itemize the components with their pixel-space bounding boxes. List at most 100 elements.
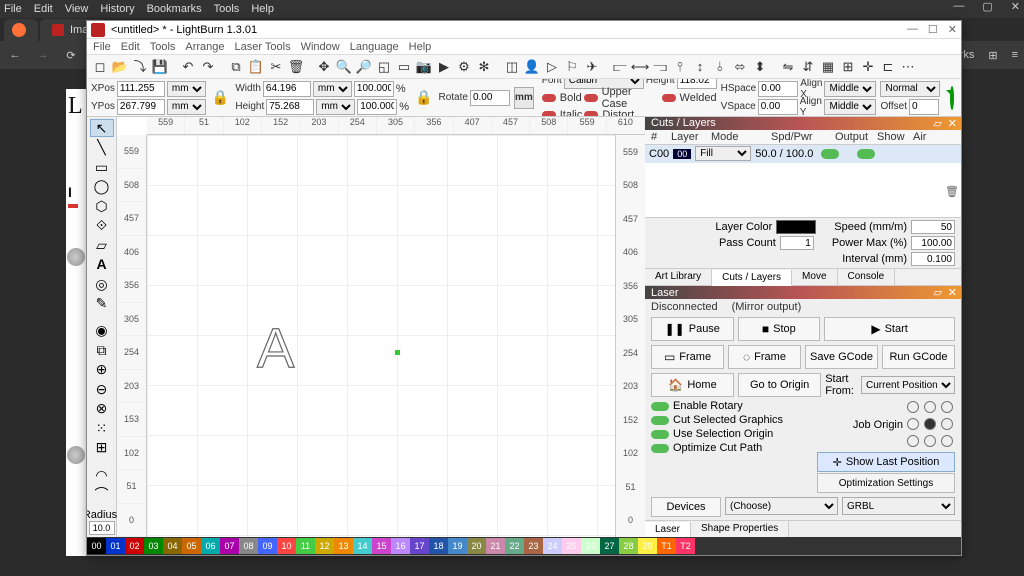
color-swatch[interactable]: 13 — [334, 538, 353, 554]
select-tool[interactable]: ↖ — [90, 119, 114, 137]
color-swatch[interactable]: 16 — [391, 538, 410, 554]
distribute-icon[interactable]: ⊞ — [839, 58, 857, 76]
color-swatch[interactable]: 19 — [448, 538, 467, 554]
offset-tool[interactable]: ◎ — [90, 275, 114, 292]
color-swatch[interactable]: 03 — [144, 538, 163, 554]
bool-diff-tool[interactable]: ⊖ — [90, 380, 114, 397]
color-swatch[interactable]: 27 — [600, 538, 619, 554]
color-swatch[interactable]: 05 — [182, 538, 201, 554]
menu-file[interactable]: File — [93, 41, 111, 53]
grid-array-tool[interactable]: ⊞ — [90, 439, 114, 456]
edit-nodes-tool[interactable]: ⟐ — [90, 216, 114, 233]
menu-language[interactable]: Language — [350, 41, 399, 53]
color-swatch[interactable]: 00 — [87, 538, 106, 554]
optimize-cut-toggle[interactable] — [651, 444, 669, 453]
array-tool[interactable]: ⁙ — [90, 419, 114, 436]
color-swatch[interactable]: 21 — [486, 538, 505, 554]
color-swatch[interactable]: T1 — [657, 538, 676, 554]
color-swatch[interactable]: 07 — [220, 538, 239, 554]
frame-button[interactable]: ▭Frame — [651, 345, 724, 369]
undo-icon[interactable]: ↶ — [179, 58, 197, 76]
flag-icon[interactable]: ⚐ — [563, 58, 581, 76]
draw-line-tool[interactable]: ╲ — [90, 139, 114, 156]
width-unit[interactable]: mm — [313, 81, 352, 97]
new-icon[interactable]: ◻ — [91, 58, 109, 76]
menu-help[interactable]: Help — [409, 41, 432, 53]
paste-icon[interactable]: 📋 — [247, 58, 265, 76]
distribute-v-icon[interactable]: ⬍ — [751, 58, 769, 76]
canvas-area[interactable]: 55951102152203254305356407457508559610 5… — [117, 117, 645, 537]
save-gcode-button[interactable]: Save GCode — [805, 345, 878, 369]
run-gcode-button[interactable]: Run GCode — [882, 345, 955, 369]
color-swatch[interactable]: 24 — [543, 538, 562, 554]
more-icon[interactable]: ⋯ — [899, 58, 917, 76]
color-swatch[interactable]: 18 — [429, 538, 448, 554]
zoom-out-icon[interactable]: 🔎 — [355, 58, 373, 76]
goto-origin-button[interactable]: Go to Origin — [738, 373, 821, 397]
color-swatch[interactable]: 17 — [410, 538, 429, 554]
interval-input[interactable] — [911, 252, 955, 266]
group-icon[interactable]: ◫ — [503, 58, 521, 76]
pan-icon[interactable]: ✥ — [315, 58, 333, 76]
height-unit[interactable]: mm — [316, 99, 355, 115]
output-toggle[interactable] — [821, 149, 839, 159]
bold-toggle[interactable]: Bold — [542, 92, 582, 104]
pause-button[interactable]: ❚❚Pause — [651, 317, 734, 341]
lock-icon[interactable]: 🔒 — [210, 89, 231, 106]
tab-art-library[interactable]: Art Library — [645, 269, 712, 285]
preview-icon[interactable]: ▶ — [435, 58, 453, 76]
color-swatch[interactable]: 01 — [106, 538, 125, 554]
canvas-grid[interactable]: A — [147, 135, 645, 537]
forward-icon[interactable]: → — [34, 49, 52, 61]
app-min-icon[interactable]: — — [907, 23, 918, 36]
pass-count-input[interactable] — [780, 236, 814, 250]
aligny-select[interactable]: Middle — [824, 99, 876, 115]
home-button[interactable]: 🏠Home — [651, 373, 734, 397]
align-bottom-icon[interactable]: ⫰ — [711, 58, 729, 76]
window-min-icon[interactable]: — — [953, 0, 964, 13]
laser-panel-title[interactable]: Laser ▱✕ — [645, 286, 961, 299]
align-middle-icon[interactable]: ↕ — [691, 58, 709, 76]
menu-laser-tools[interactable]: Laser Tools — [235, 41, 291, 53]
ellipse-tool[interactable]: ◯ — [90, 178, 114, 195]
ypos-unit[interactable]: mm — [167, 99, 206, 115]
measure-tool[interactable]: ✎ — [90, 294, 114, 311]
tab-shape-properties[interactable]: Shape Properties — [691, 521, 789, 537]
cut-selected-toggle[interactable] — [651, 416, 669, 425]
speed-input[interactable] — [911, 220, 955, 234]
layer-color-swatch[interactable] — [776, 220, 816, 234]
height-input[interactable] — [266, 99, 314, 115]
import-icon[interactable]: ⤵ — [131, 58, 149, 76]
color-swatch[interactable]: 02 — [125, 538, 144, 554]
undock-icon[interactable]: ▱ — [933, 117, 941, 130]
close-panel-icon[interactable]: ✕ — [948, 117, 957, 130]
xpos-input[interactable] — [117, 81, 165, 97]
align-center-icon[interactable]: ⟷ — [631, 58, 649, 76]
layer-row[interactable]: C00 00 Fill 50.0 / 100.0 — [645, 145, 961, 163]
window-max-icon[interactable]: ▢ — [982, 0, 992, 13]
weld-tool[interactable]: ⧉ — [90, 341, 114, 358]
close-panel-icon[interactable]: ✕ — [948, 286, 957, 299]
color-swatch[interactable]: 11 — [296, 538, 315, 554]
hspace-input[interactable] — [758, 81, 798, 97]
align-right-icon[interactable]: ⫎ — [651, 58, 669, 76]
menu-tools[interactable]: Tools — [150, 41, 176, 53]
color-swatch[interactable]: 04 — [163, 538, 182, 554]
menu-window[interactable]: Window — [301, 41, 340, 53]
camera-icon[interactable]: 📷 — [415, 58, 433, 76]
layer-mode-select[interactable]: Fill — [695, 146, 751, 161]
color-swatch[interactable]: T2 — [676, 538, 695, 554]
arc-tool[interactable]: ⌒ — [90, 485, 114, 502]
enable-rotary-toggle[interactable] — [651, 402, 669, 411]
color-swatch[interactable]: 26 — [581, 538, 600, 554]
trace-tool[interactable]: ◉ — [90, 322, 114, 339]
color-swatch[interactable]: 14 — [353, 538, 372, 554]
color-swatch[interactable]: 29 — [638, 538, 657, 554]
open-icon[interactable]: 📂 — [111, 58, 129, 76]
zoom-in-icon[interactable]: 🔍 — [335, 58, 353, 76]
extensions-icon[interactable]: ⊞ — [988, 49, 997, 62]
optimization-settings-button[interactable]: Optimization Settings — [817, 473, 955, 493]
color-swatch[interactable]: 12 — [315, 538, 334, 554]
text-tool[interactable]: A — [90, 255, 114, 272]
menu-bookmarks[interactable]: Bookmarks — [147, 3, 202, 15]
